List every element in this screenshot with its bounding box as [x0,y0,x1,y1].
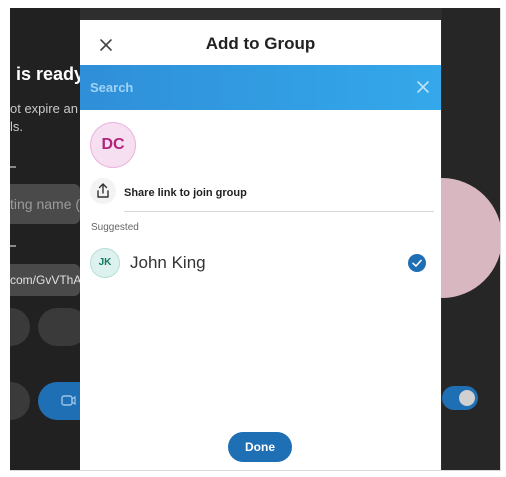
background-link-label [10,245,16,247]
background-link-field: com/GvVThAr [10,264,80,296]
done-button[interactable]: Done [228,432,292,462]
background-subtext-line1: ot expire an [10,101,78,116]
background-toggle-knob [459,390,475,406]
divider [124,211,434,212]
search-bar[interactable]: Search [80,65,441,110]
contact-name: John King [130,253,206,272]
background-name-field: ting name (o [10,184,80,224]
suggested-heading: Suggested [91,222,139,233]
background-name-field-text: ting name (o [10,196,80,212]
background-heading: is ready [16,64,85,84]
dialog-title: Add to Group [205,34,316,53]
clear-icon[interactable] [415,79,431,95]
background-field-label [10,166,16,168]
contact-row[interactable]: JK John King [80,244,441,284]
share-link-row[interactable]: Share link to join group [90,178,435,212]
selected-member-avatar[interactable]: DC [90,122,136,168]
background-subtext-line2: ls. [10,119,23,134]
share-link-label: Share link to join group [124,187,247,199]
background-subtext: ot expire an ls. [10,100,78,136]
selected-check-icon[interactable] [408,254,426,272]
search-input[interactable]: Search [90,65,133,110]
contact-avatar: JK [90,248,120,278]
share-icon [90,178,116,204]
add-to-group-dialog: Add to Group Search DC Share link to joi… [80,20,441,470]
background-link-text: com/GvVThAr [10,273,80,287]
